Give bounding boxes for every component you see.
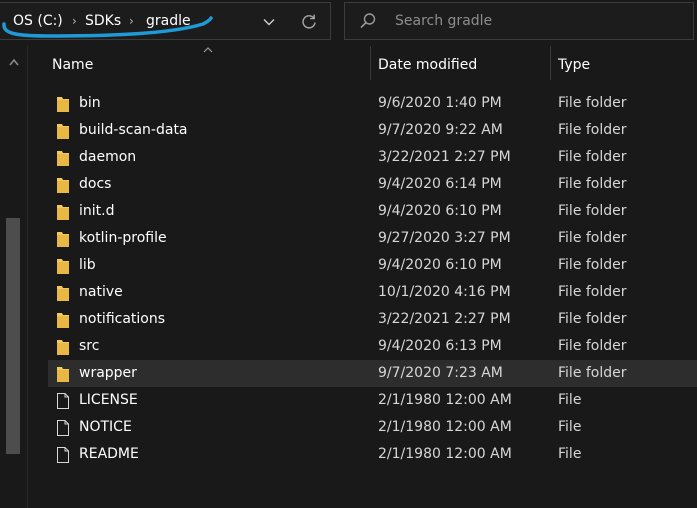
- file-type: File folder: [558, 203, 627, 219]
- file-date-modified: 3/22/2021 2:27 PM: [378, 149, 511, 165]
- file-type: File folder: [558, 365, 627, 381]
- file-row[interactable]: lib 9/4/2020 6:10 PM File folder: [48, 252, 697, 279]
- folder-icon: [56, 284, 70, 302]
- search-box[interactable]: [344, 2, 694, 40]
- file-date-modified: 2/1/1980 12:00 AM: [378, 446, 512, 462]
- file-row[interactable]: daemon 3/22/2021 2:27 PM File folder: [48, 144, 697, 171]
- file-name: init.d: [79, 203, 115, 219]
- sort-ascending-icon: [203, 47, 213, 53]
- file-type: File folder: [558, 122, 627, 138]
- file-date-modified: 9/6/2020 1:40 PM: [378, 95, 502, 111]
- folder-icon: [56, 122, 70, 140]
- file-type: File folder: [558, 230, 627, 246]
- file-date-modified: 3/22/2021 2:27 PM: [378, 311, 511, 327]
- folder-icon: [56, 311, 70, 329]
- file-row[interactable]: build-scan-data 9/7/2020 9:22 AM File fold…: [48, 117, 697, 144]
- file-row[interactable]: README 2/1/1980 12:00 AM File: [48, 441, 697, 468]
- column-divider[interactable]: [550, 46, 551, 80]
- file-row[interactable]: notifications 3/22/2021 2:27 PM File folde…: [48, 306, 697, 333]
- file-type: File: [558, 392, 582, 408]
- file-type: File folder: [558, 257, 627, 273]
- column-header-name[interactable]: Name: [52, 57, 93, 73]
- file-type: File folder: [558, 284, 627, 300]
- refresh-icon: [302, 14, 316, 29]
- folder-icon: [56, 149, 70, 167]
- file-icon: [56, 446, 70, 464]
- scroll-up-icon[interactable]: [9, 58, 19, 66]
- file-type: File: [558, 446, 582, 462]
- breadcrumb-gradle[interactable]: gradle: [146, 13, 191, 29]
- file-date-modified: 9/4/2020 6:10 PM: [378, 257, 502, 273]
- file-name: wrapper: [79, 365, 137, 381]
- file-type: File folder: [558, 95, 627, 111]
- file-name: daemon: [79, 149, 137, 165]
- folder-icon: [56, 176, 70, 194]
- file-date-modified: 10/1/2020 4:16 PM: [378, 284, 511, 300]
- folder-icon: [56, 338, 70, 356]
- folder-icon: [56, 365, 70, 383]
- file-date-modified: 2/1/1980 12:00 AM: [378, 392, 512, 408]
- file-name: kotlin-profile: [79, 230, 167, 246]
- file-type: File folder: [558, 311, 627, 327]
- refresh-button[interactable]: [292, 3, 326, 41]
- file-row[interactable]: kotlin-profile 9/27/2020 3:27 PM File fold…: [48, 225, 697, 252]
- file-date-modified: 9/27/2020 3:27 PM: [378, 230, 511, 246]
- address-history-dropdown[interactable]: [252, 3, 286, 41]
- folder-icon: [56, 203, 70, 221]
- chevron-down-icon: [263, 19, 275, 26]
- address-bar[interactable]: OS (C:) › SDKs › gradle: [0, 2, 331, 40]
- column-header-date-modified[interactable]: Date modified: [378, 57, 477, 73]
- file-type: File: [558, 419, 582, 435]
- file-name: NOTICE: [79, 419, 132, 435]
- file-row[interactable]: LICENSE 2/1/1980 12:00 AM File: [48, 387, 697, 414]
- file-name: lib: [79, 257, 96, 273]
- folder-icon: [56, 257, 70, 275]
- breadcrumb-os-drive[interactable]: OS (C:): [13, 13, 63, 29]
- file-date-modified: 2/1/1980 12:00 AM: [378, 419, 512, 435]
- search-icon: [360, 13, 376, 29]
- file-date-modified: 9/7/2020 7:23 AM: [378, 365, 503, 381]
- navigation-pane[interactable]: [0, 46, 27, 508]
- file-row[interactable]: src 9/4/2020 6:13 PM File folder: [48, 333, 697, 360]
- toolbar: OS (C:) › SDKs › gradle: [0, 0, 697, 46]
- file-name: native: [79, 284, 123, 300]
- column-divider[interactable]: [370, 46, 371, 80]
- column-header-row: Name Date modified Type: [28, 46, 697, 84]
- breadcrumb-separator-icon[interactable]: ›: [72, 14, 77, 28]
- breadcrumb-sdks[interactable]: SDKs: [85, 13, 121, 29]
- file-type: File folder: [558, 338, 627, 354]
- file-icon: [56, 392, 70, 410]
- file-list: Name Date modified Type bin 9/6/2020 1:40…: [28, 46, 697, 508]
- file-name: docs: [79, 176, 112, 192]
- file-type: File folder: [558, 176, 627, 192]
- file-date-modified: 9/4/2020 6:14 PM: [378, 176, 502, 192]
- file-row[interactable]: native 10/1/2020 4:16 PM File folder: [48, 279, 697, 306]
- file-name: build-scan-data: [79, 122, 188, 138]
- file-type: File folder: [558, 149, 627, 165]
- file-row[interactable]: bin 9/6/2020 1:40 PM File folder: [48, 90, 697, 117]
- breadcrumb-separator-icon[interactable]: ›: [129, 14, 134, 28]
- column-header-type[interactable]: Type: [558, 57, 590, 73]
- search-input[interactable]: [395, 11, 685, 31]
- file-row[interactable]: wrapper 9/7/2020 7:23 AM File folder: [48, 360, 697, 387]
- file-row[interactable]: init.d 9/4/2020 6:10 PM File folder: [48, 198, 697, 225]
- folder-icon: [56, 230, 70, 248]
- file-name: README: [79, 446, 139, 462]
- navigation-scrollbar-thumb[interactable]: [6, 218, 20, 454]
- file-date-modified: 9/4/2020 6:10 PM: [378, 203, 502, 219]
- file-name: notifications: [79, 311, 166, 327]
- file-name: bin: [79, 95, 101, 111]
- file-name: src: [79, 338, 100, 354]
- file-date-modified: 9/7/2020 9:22 AM: [378, 122, 503, 138]
- file-icon: [56, 419, 70, 437]
- file-name: LICENSE: [79, 392, 138, 408]
- file-date-modified: 9/4/2020 6:13 PM: [378, 338, 502, 354]
- folder-icon: [56, 95, 70, 113]
- file-row[interactable]: NOTICE 2/1/1980 12:00 AM File: [48, 414, 697, 441]
- file-row[interactable]: docs 9/4/2020 6:14 PM File folder: [48, 171, 697, 198]
